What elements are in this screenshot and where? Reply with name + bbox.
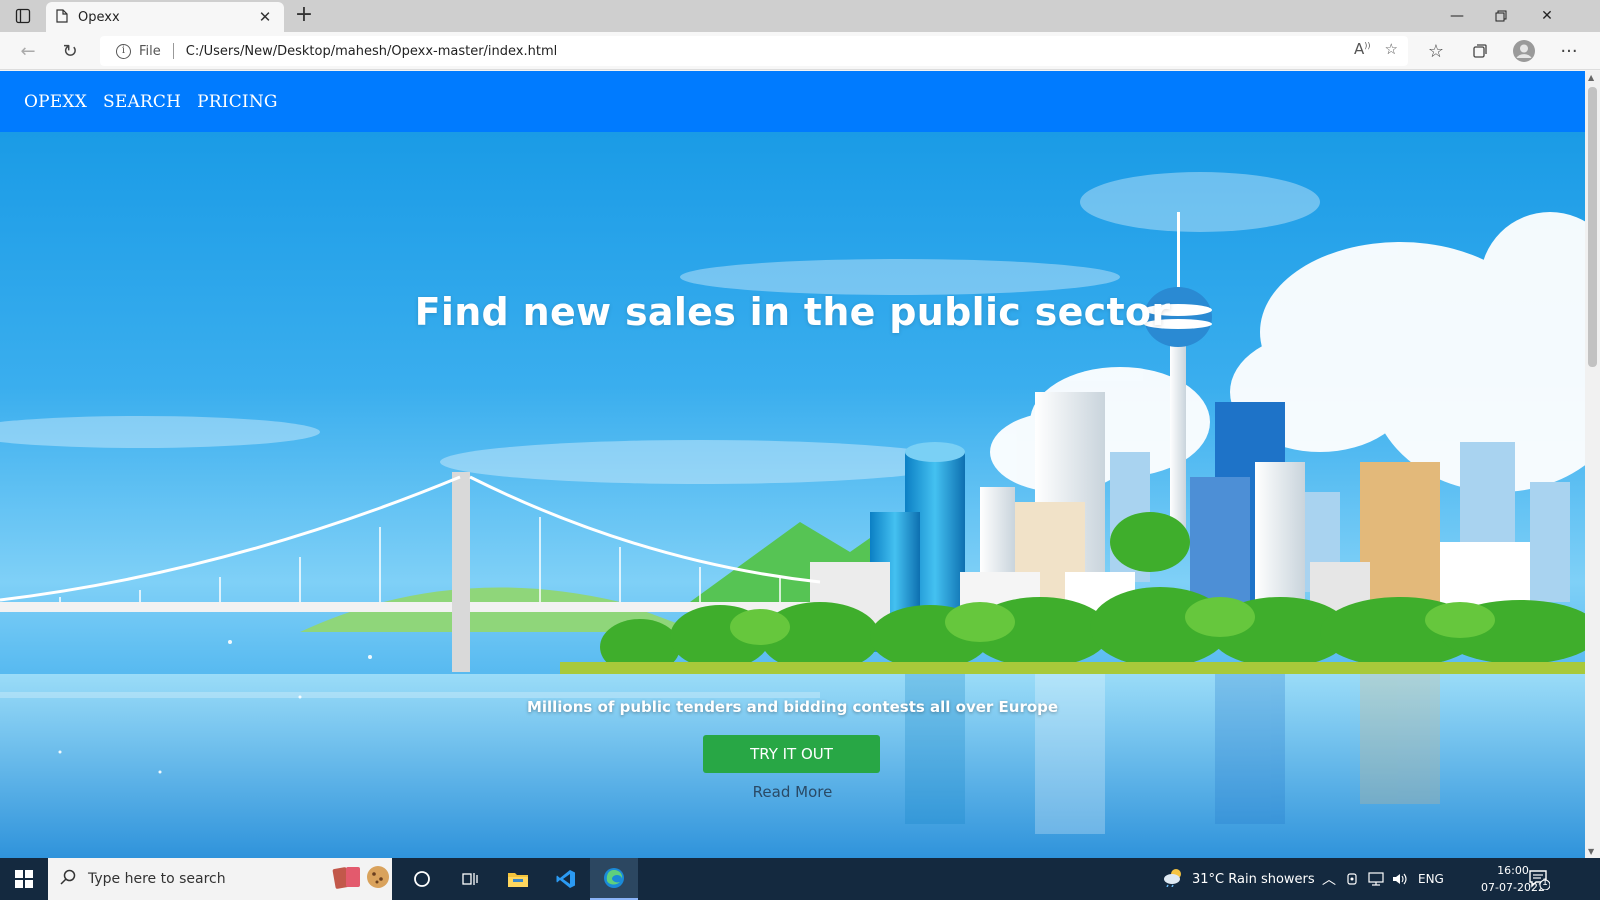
minimize-icon[interactable]: — <box>1434 0 1480 32</box>
scroll-up-icon[interactable]: ▲ <box>1588 73 1594 82</box>
nav-link-search[interactable]: SEARCH <box>103 92 181 112</box>
site-navbar: OPEXX SEARCH PRICING <box>0 71 1585 132</box>
cortana-icon[interactable] <box>398 858 446 900</box>
tray-chevron-icon[interactable]: ︿ <box>1322 858 1336 900</box>
add-favorite-icon[interactable]: ☆ <box>1385 40 1398 58</box>
omnibox-actions: A)) ☆ <box>1354 40 1398 58</box>
close-window-icon[interactable]: ✕ <box>1524 0 1570 32</box>
browser-toolbar: ← ↻ i File C:/Users/New/Desktop/mahesh/O… <box>0 32 1600 70</box>
search-placeholder: Type here to search <box>88 871 226 887</box>
edge-icon[interactable] <box>590 858 638 900</box>
windows-taskbar: Type here to search 31°C Rain showers ︿ <box>0 858 1600 900</box>
web-page: OPEXX SEARCH PRICING Find new sales in t… <box>0 71 1585 858</box>
notification-count: 1 <box>1542 878 1548 888</box>
meet-now-icon[interactable] <box>1346 858 1360 900</box>
hero-subtitle: Millions of public tenders and bidding c… <box>526 698 1059 716</box>
language-indicator[interactable]: ENG <box>1418 858 1444 900</box>
file-explorer-icon[interactable] <box>494 858 542 900</box>
scheme-label: File <box>139 43 161 59</box>
address-bar[interactable]: i File C:/Users/New/Desktop/mahesh/Opexx… <box>100 36 1408 66</box>
nav-brand-opexx[interactable]: OPEXX <box>24 92 87 112</box>
collections-icon[interactable] <box>1466 38 1494 64</box>
tab-title: Opexx <box>78 9 120 25</box>
search-highlight-icon <box>328 862 392 896</box>
windows-start-icon[interactable] <box>0 858 48 900</box>
scroll-down-icon[interactable]: ▼ <box>1588 847 1594 856</box>
task-view-icon[interactable] <box>446 858 494 900</box>
vscode-icon[interactable] <box>542 858 590 900</box>
weather-text: 31°C Rain showers <box>1192 871 1315 887</box>
restore-icon[interactable] <box>1478 0 1524 32</box>
notifications-icon[interactable]: 1 <box>1528 858 1550 900</box>
profile-avatar[interactable] <box>1510 38 1538 64</box>
hero-section: Find new sales in the public sector Mill… <box>0 132 1585 858</box>
try-it-out-button[interactable]: TRY IT OUT <box>703 735 880 773</box>
divider <box>172 43 174 59</box>
back-icon[interactable]: ← <box>14 38 42 64</box>
volume-icon[interactable] <box>1392 858 1408 900</box>
network-icon[interactable] <box>1368 858 1384 900</box>
browser-window: Opexx ✕ + — ✕ ← ↻ i File C:/Users/New/De… <box>0 0 1600 900</box>
favorites-icon[interactable]: ☆ <box>1422 38 1450 64</box>
url-text[interactable]: C:/Users/New/Desktop/mahesh/Opexx-master… <box>186 44 557 59</box>
close-tab-icon[interactable]: ✕ <box>256 8 274 26</box>
info-icon[interactable]: i <box>116 43 131 59</box>
refresh-icon[interactable]: ↻ <box>56 38 84 64</box>
taskbar-search[interactable]: Type here to search <box>48 858 392 900</box>
search-icon <box>60 869 76 889</box>
read-aloud-icon[interactable]: A)) <box>1354 40 1371 58</box>
page-icon <box>56 8 68 27</box>
tab-actions-icon[interactable] <box>8 4 38 28</box>
page-scrollbar[interactable]: ▲ ▼ <box>1585 71 1600 858</box>
more-menu-icon[interactable]: ··· <box>1555 38 1583 64</box>
new-tab-button[interactable]: + <box>292 4 316 28</box>
weather-rain-icon <box>1162 867 1184 891</box>
tab-opexx[interactable]: Opexx ✕ <box>46 2 284 32</box>
tab-strip: Opexx ✕ + — ✕ <box>0 0 1600 32</box>
hero-title: Find new sales in the public sector <box>414 290 1171 334</box>
scrollbar-thumb[interactable] <box>1588 87 1597 367</box>
read-more-link[interactable]: Read More <box>0 783 1585 801</box>
weather-widget[interactable]: 31°C Rain showers <box>1162 858 1315 900</box>
nav-link-pricing[interactable]: PRICING <box>197 92 278 112</box>
